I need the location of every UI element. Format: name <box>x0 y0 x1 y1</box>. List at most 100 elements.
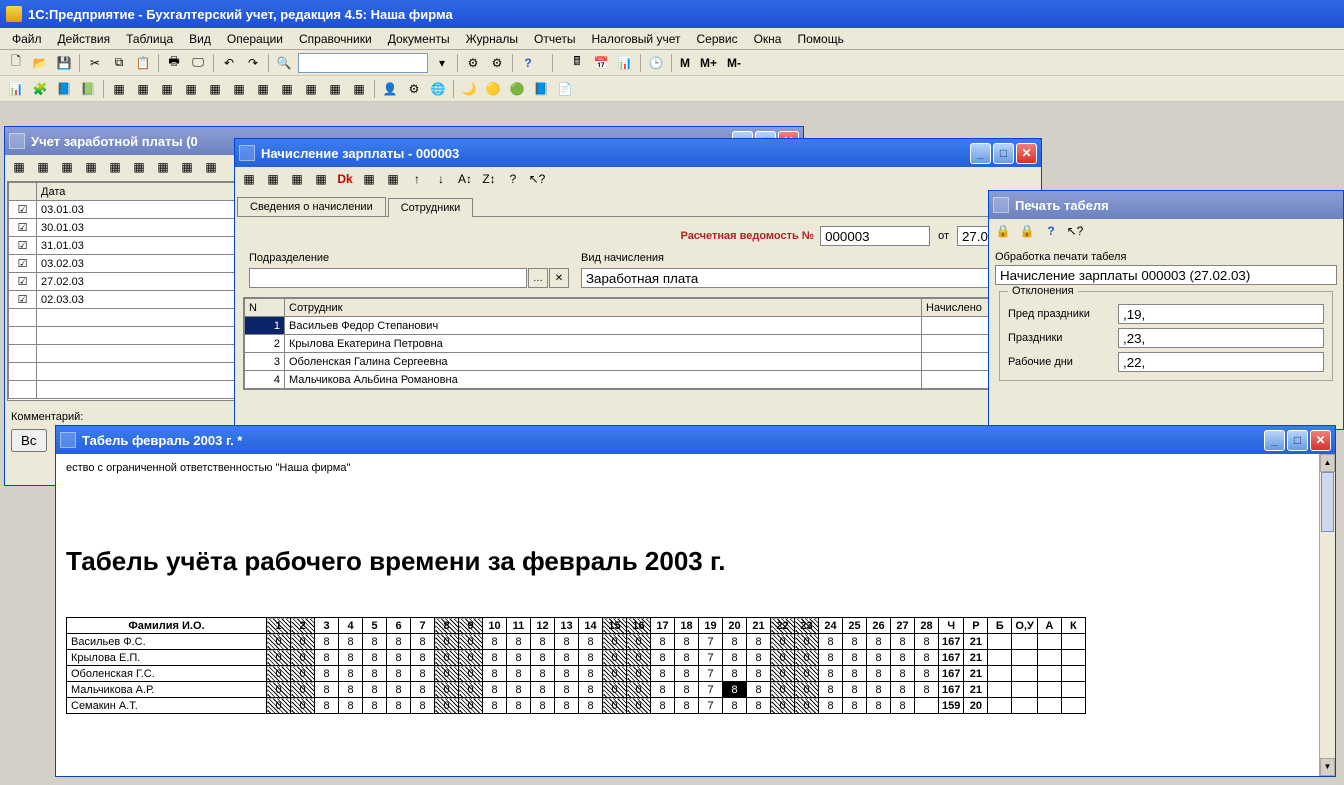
nav6-icon[interactable]: ▦ <box>132 78 154 100</box>
ptool4-icon[interactable]: ▦ <box>310 168 332 190</box>
jtool5-icon[interactable]: ▦ <box>104 156 126 178</box>
save-icon[interactable]: 💾 <box>53 52 75 74</box>
nav13-icon[interactable]: ▦ <box>300 78 322 100</box>
tp-cursor-help-icon[interactable]: ↖? <box>1064 220 1086 242</box>
menu-Действия[interactable]: Действия <box>50 30 119 48</box>
find-input[interactable] <box>298 53 428 73</box>
jtool7-icon[interactable]: ▦ <box>152 156 174 178</box>
payroll-titlebar[interactable]: Начисление зарплаты - 000003 _ □ ✕ <box>235 139 1041 167</box>
ptool8-icon[interactable]: ↑ <box>406 168 428 190</box>
find-next-icon[interactable]: ▾ <box>431 52 453 74</box>
menu-Сервис[interactable]: Сервис <box>688 30 745 48</box>
nav2-icon[interactable]: 🧩 <box>29 78 51 100</box>
nav7-icon[interactable]: ▦ <box>156 78 178 100</box>
menu-Таблица[interactable]: Таблица <box>118 30 181 48</box>
jtool2-icon[interactable]: ▦ <box>32 156 54 178</box>
compute-button[interactable]: Вс <box>11 429 47 452</box>
nav1-icon[interactable]: 📊 <box>5 78 27 100</box>
tp1-icon[interactable]: 🔒 <box>992 220 1014 242</box>
menu-Справочники[interactable]: Справочники <box>291 30 380 48</box>
minimize-button[interactable]: _ <box>1264 430 1285 451</box>
nav3-icon[interactable]: 📘 <box>53 78 75 100</box>
ptool5-icon[interactable]: Dk <box>334 168 356 190</box>
copy-icon[interactable]: ⧉ <box>108 52 130 74</box>
jtool1-icon[interactable]: ▦ <box>8 156 30 178</box>
undo-icon[interactable]: ↶ <box>218 52 240 74</box>
ptool2-icon[interactable]: ▦ <box>262 168 284 190</box>
tool-a-icon[interactable]: ⚙ <box>462 52 484 74</box>
help-icon[interactable]: ? <box>517 52 539 74</box>
chart-icon[interactable]: 📊 <box>614 52 636 74</box>
tp-help-icon[interactable]: ? <box>1040 220 1062 242</box>
jtool4-icon[interactable]: ▦ <box>80 156 102 178</box>
cut-icon[interactable]: ✂ <box>84 52 106 74</box>
nav4-icon[interactable]: 📗 <box>77 78 99 100</box>
nav16-icon[interactable]: 👤 <box>379 78 401 100</box>
calc-icon[interactable]: 🖩 <box>566 52 588 74</box>
nav17-icon[interactable]: ⚙ <box>403 78 425 100</box>
jtool8-icon[interactable]: ▦ <box>176 156 198 178</box>
praz-input[interactable] <box>1118 328 1324 348</box>
ptool7-icon[interactable]: ▦ <box>382 168 404 190</box>
tabel-table[interactable]: Фамилия И.О.1234567891011121314151617181… <box>66 617 1086 714</box>
menu-Файл[interactable]: Файл <box>4 30 50 48</box>
close-button[interactable]: ✕ <box>1016 143 1037 164</box>
ptool11-icon[interactable]: Z↕ <box>478 168 500 190</box>
maximize-button[interactable]: □ <box>993 143 1014 164</box>
pred-input[interactable] <box>1118 304 1324 324</box>
ptool1-icon[interactable]: ▦ <box>238 168 260 190</box>
menu-Окна[interactable]: Окна <box>746 30 790 48</box>
podrazd-input[interactable] <box>249 268 527 288</box>
ptool3-icon[interactable]: ▦ <box>286 168 308 190</box>
print-tabel-titlebar[interactable]: Печать табеля <box>989 191 1343 219</box>
nav9-icon[interactable]: ▦ <box>204 78 226 100</box>
report-titlebar[interactable]: Табель февраль 2003 г. * _ □ ✕ <box>56 426 1335 454</box>
open-icon[interactable]: 📂 <box>29 52 51 74</box>
menu-Документы[interactable]: Документы <box>380 30 458 48</box>
nav12-icon[interactable]: ▦ <box>276 78 298 100</box>
nav15-icon[interactable]: ▦ <box>348 78 370 100</box>
nav8-icon[interactable]: ▦ <box>180 78 202 100</box>
nav22-icon[interactable]: 📄 <box>554 78 576 100</box>
employees-table[interactable]: NСотрудникНачислено1Васильев Федор Степа… <box>244 298 1032 389</box>
nav19-icon[interactable]: 🟡 <box>482 78 504 100</box>
ptool13-icon[interactable]: ↖? <box>526 168 548 190</box>
nav14-icon[interactable]: ▦ <box>324 78 346 100</box>
select-button[interactable]: … <box>528 268 548 288</box>
menu-Помощь[interactable]: Помощь <box>789 30 851 48</box>
menu-Налоговый учет[interactable]: Налоговый учет <box>583 30 688 48</box>
nav10-icon[interactable]: ▦ <box>228 78 250 100</box>
calendar-icon[interactable]: 📅 <box>590 52 612 74</box>
vedomost-number-input[interactable] <box>820 226 930 246</box>
tp-docinfo[interactable] <box>995 265 1337 285</box>
jtool6-icon[interactable]: ▦ <box>128 156 150 178</box>
ptool6-icon[interactable]: ▦ <box>358 168 380 190</box>
preview-icon[interactable]: 🖵 <box>187 52 209 74</box>
globe-icon[interactable]: 🌐 <box>427 78 449 100</box>
close-button[interactable]: ✕ <box>1310 430 1331 451</box>
nav11-icon[interactable]: ▦ <box>252 78 274 100</box>
maximize-button[interactable]: □ <box>1287 430 1308 451</box>
nav18-icon[interactable]: 🌙 <box>458 78 480 100</box>
clear-button[interactable]: ✕ <box>549 268 569 288</box>
ptool12-icon[interactable]: ? <box>502 168 524 190</box>
memory-mminus-button[interactable]: М- <box>723 52 745 74</box>
print-icon[interactable]: 🖶 <box>163 52 185 74</box>
redo-icon[interactable]: ↷ <box>242 52 264 74</box>
nav21-icon[interactable]: 📘 <box>530 78 552 100</box>
jtool9-icon[interactable]: ▦ <box>200 156 222 178</box>
nav5-icon[interactable]: ▦ <box>108 78 130 100</box>
memory-mplus-button[interactable]: М+ <box>696 52 721 74</box>
vid-input[interactable] <box>581 268 1027 288</box>
menu-Операции[interactable]: Операции <box>219 30 291 48</box>
paste-icon[interactable]: 📋 <box>132 52 154 74</box>
new-icon[interactable]: 🗋 <box>5 52 27 74</box>
menu-Журналы[interactable]: Журналы <box>458 30 526 48</box>
tp2-icon[interactable]: 🔒 <box>1016 220 1038 242</box>
nav20-icon[interactable]: 🟢 <box>506 78 528 100</box>
tab-employees[interactable]: Сотрудники <box>388 198 474 217</box>
ptool10-icon[interactable]: A↕ <box>454 168 476 190</box>
scrollbar-vertical[interactable] <box>1319 454 1335 776</box>
minimize-button[interactable]: _ <box>970 143 991 164</box>
memory-m-button[interactable]: М <box>676 52 694 74</box>
